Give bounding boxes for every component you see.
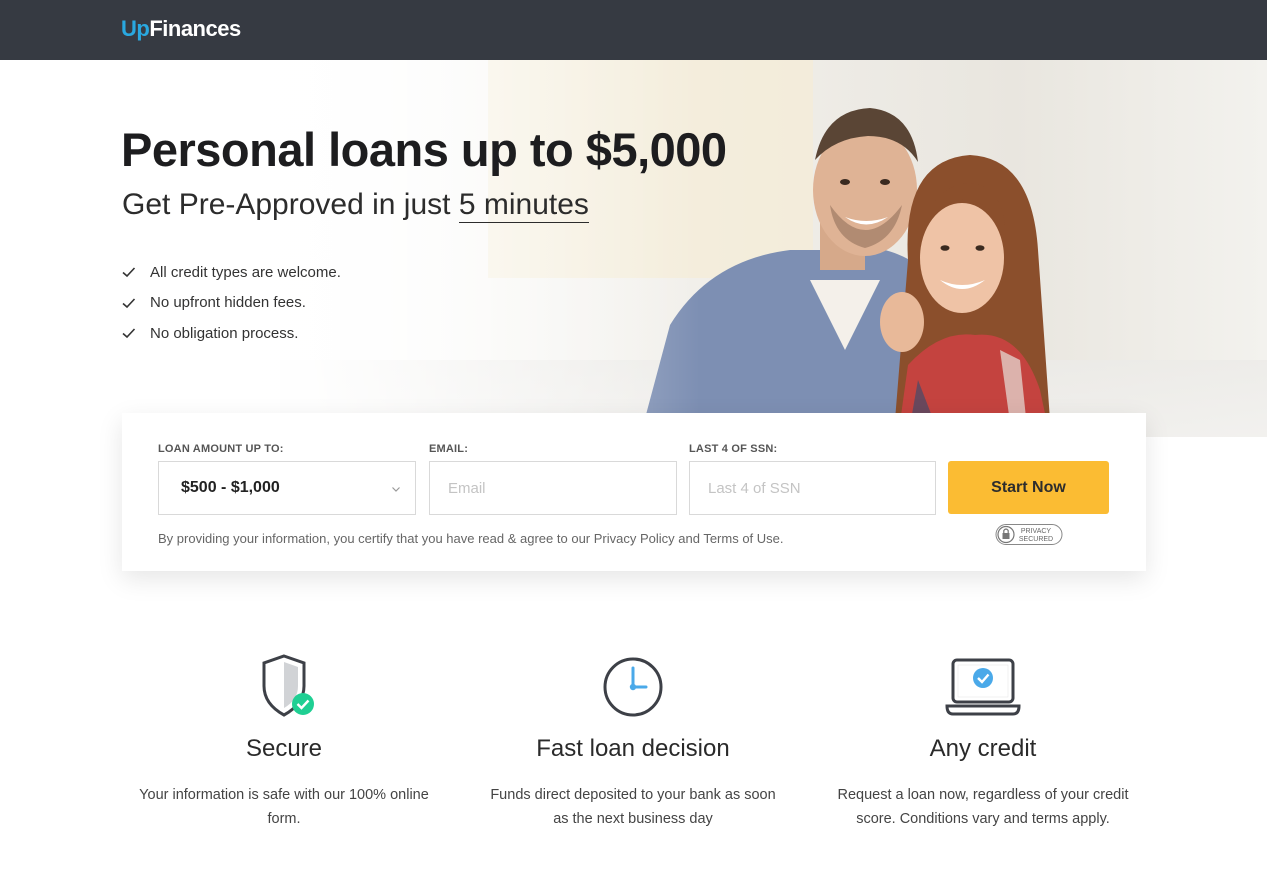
loan-form-card: LOAN AMOUNT UP TO: $500 - $1,000 EMAIL: …	[122, 413, 1146, 571]
benefit-item: All credit types are welcome.	[121, 257, 341, 288]
ssn-input[interactable]	[689, 461, 936, 515]
email-input[interactable]	[429, 461, 677, 515]
checkmark-icon	[121, 325, 137, 341]
checkmark-icon	[121, 264, 137, 280]
subhead-prefix: Get Pre-Approved in just	[122, 188, 459, 221]
form-disclaimer: By providing your information, you certi…	[158, 531, 784, 546]
feature-text: Request a loan now, regardless of your c…	[837, 787, 1129, 827]
privacy-secured-badge: PRIVACY SECURED	[995, 524, 1063, 545]
hero-left-fade	[0, 60, 700, 437]
subhead-emphasis: 5 minutes	[458, 188, 589, 223]
top-nav-bar: Up Finances	[0, 0, 1267, 60]
shield-check-icon	[262, 654, 314, 717]
benefit-text: No obligation process.	[150, 324, 299, 342]
loan-amount-value: $500 - $1,000	[181, 479, 280, 496]
loan-amount-select[interactable]: $500 - $1,000	[158, 461, 416, 515]
benefit-text: No upfront hidden fees.	[150, 294, 306, 312]
hero-section	[0, 60, 1267, 437]
chevron-down-icon	[392, 487, 400, 492]
feature-text: Your information is safe with our 100% o…	[139, 787, 429, 827]
loan-amount-label: LOAN AMOUNT UP TO:	[158, 443, 284, 455]
benefit-item: No obligation process.	[121, 318, 341, 349]
email-label: EMAIL:	[429, 443, 469, 455]
benefit-text: All credit types are welcome.	[150, 263, 341, 281]
hero-subheadline: Get Pre-Approved in just 5 minutes	[122, 188, 589, 223]
brand-logo[interactable]: Up Finances	[121, 16, 241, 42]
privacy-badge-line2: SECURED	[1019, 536, 1053, 543]
feature-title: Secure	[245, 735, 323, 762]
benefit-item: No upfront hidden fees.	[121, 288, 341, 319]
feature-title: Any credit	[929, 735, 1037, 762]
logo-suffix: Finances	[149, 16, 241, 41]
clock-icon	[603, 657, 663, 717]
benefits-list: All credit types are welcome. No upfront…	[121, 257, 341, 349]
privacy-badge-line1: PRIVACY	[1021, 528, 1052, 535]
feature-title: Fast loan decision	[536, 735, 730, 762]
checkmark-icon	[121, 295, 137, 311]
ssn-label: LAST 4 OF SSN:	[689, 443, 778, 455]
hero-headline: Personal loans up to $5,000	[121, 123, 727, 176]
laptop-check-icon	[945, 658, 1021, 716]
logo-prefix: Up	[121, 16, 150, 41]
start-now-button[interactable]: Start Now	[948, 461, 1109, 514]
feature-text: Funds direct deposited to your bank as s…	[490, 787, 776, 827]
